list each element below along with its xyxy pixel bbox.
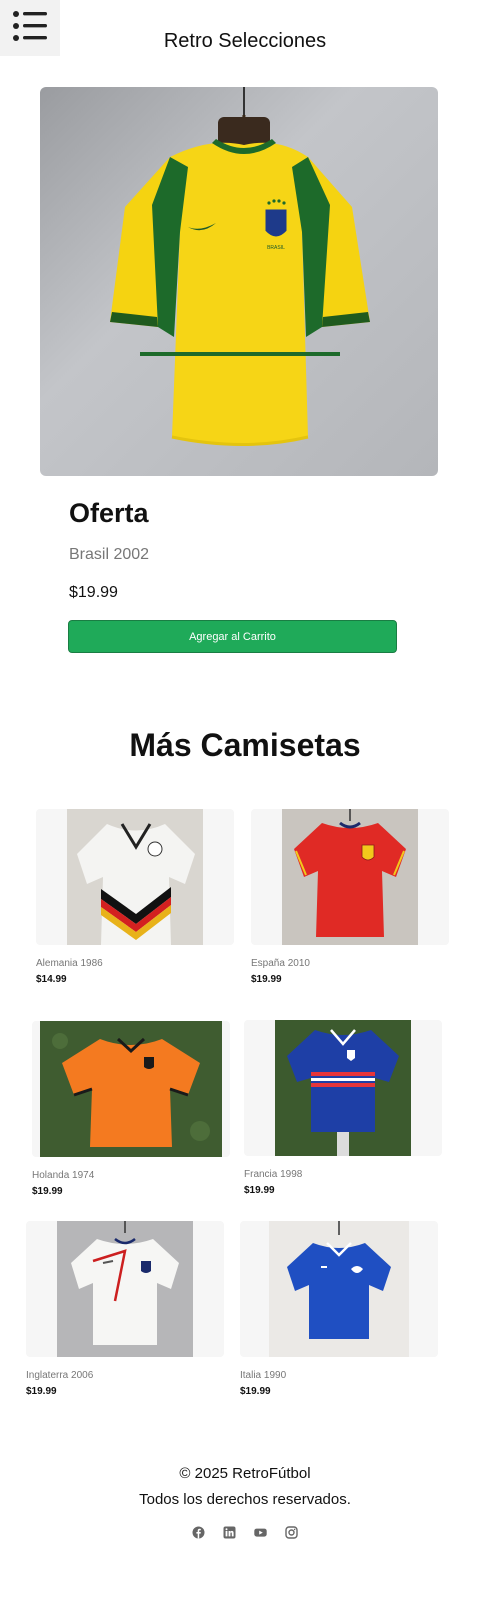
product-price: $19.99: [251, 974, 282, 985]
footer-copyright: © 2025 RetroFútbol: [179, 1465, 311, 1482]
offer-product-name: Brasil 2002: [69, 546, 150, 563]
product-name: Inglaterra 2006: [26, 1370, 94, 1381]
product-card[interactable]: Inglaterra 2006 $19.99: [26, 1221, 224, 1397]
product-card[interactable]: Italia 1990 $19.99: [240, 1221, 438, 1397]
product-name: Francia 1998: [244, 1169, 303, 1180]
offer-product-price: $19.99: [69, 584, 118, 601]
product-image[interactable]: [36, 809, 234, 945]
footer-rights: Todos los derechos reservados.: [139, 1491, 351, 1508]
product-image[interactable]: [244, 1020, 442, 1156]
product-image[interactable]: [32, 1021, 230, 1157]
product-card[interactable]: Francia 1998 $19.99: [244, 1020, 442, 1196]
instagram-icon[interactable]: [285, 1526, 298, 1539]
product-price: $19.99: [240, 1386, 271, 1397]
offer-product-image[interactable]: BRASIL: [40, 87, 438, 476]
site-title: Retro Selecciones: [163, 30, 327, 52]
youtube-icon[interactable]: [254, 1526, 267, 1539]
product-image[interactable]: [26, 1221, 224, 1357]
product-price: $19.99: [244, 1185, 275, 1196]
product-name: España 2010: [251, 958, 310, 969]
facebook-icon[interactable]: [192, 1526, 205, 1539]
add-to-cart-button[interactable]: Agregar al Carrito: [68, 620, 397, 653]
crest-text: BRASIL: [267, 245, 285, 251]
product-card[interactable]: Holanda 1974 $19.99: [32, 1021, 230, 1197]
product-image[interactable]: [240, 1221, 438, 1357]
product-card[interactable]: Alemania 1986 $14.99: [36, 809, 234, 985]
offer-heading: Oferta: [69, 498, 149, 528]
product-price: $19.99: [32, 1186, 63, 1197]
product-name: Italia 1990: [240, 1370, 287, 1381]
product-name: Holanda 1974: [32, 1170, 95, 1181]
linkedin-icon[interactable]: [223, 1526, 236, 1539]
product-price: $14.99: [36, 974, 67, 985]
social-links: [0, 1526, 490, 1539]
product-card[interactable]: España 2010 $19.99: [251, 809, 449, 985]
product-price: $19.99: [26, 1386, 57, 1397]
more-shirts-heading: Más Camisetas: [129, 727, 361, 763]
product-name: Alemania 1986: [36, 958, 103, 969]
product-image[interactable]: [251, 809, 449, 945]
